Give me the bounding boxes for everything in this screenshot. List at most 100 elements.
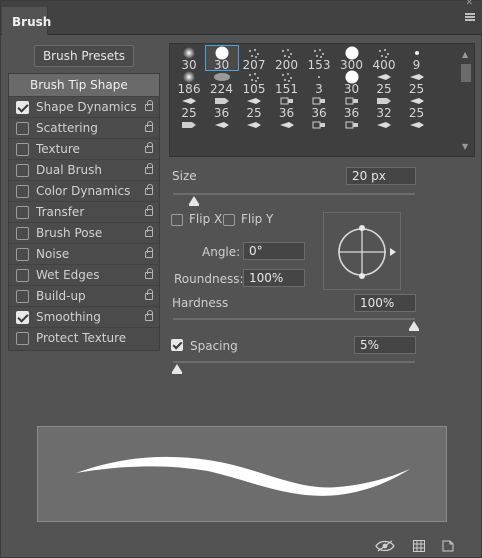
panel-menu-icon[interactable] — [465, 13, 475, 21]
option-checkbox[interactable] — [16, 332, 29, 345]
brush-tip-cell[interactable] — [303, 118, 335, 142]
option-checkbox[interactable] — [16, 227, 29, 240]
brush-tip-cell[interactable]: 36 — [336, 94, 368, 120]
brush-tip-cell[interactable]: 207 — [238, 46, 270, 72]
scroll-up-icon[interactable]: ▲ — [462, 50, 468, 59]
lock-icon[interactable] — [145, 310, 153, 321]
brush-tip-cell[interactable]: 3 — [303, 70, 335, 96]
brush-tip-cell[interactable] — [401, 118, 433, 142]
option-label: Wet Edges — [36, 268, 100, 282]
lock-icon[interactable] — [145, 184, 153, 195]
lock-icon[interactable] — [145, 247, 153, 258]
brush-tip-cell[interactable]: 30 — [204, 45, 239, 72]
option-label: Brush Pose — [36, 226, 103, 240]
option-checkbox[interactable] — [16, 248, 29, 261]
option-checkbox[interactable] — [16, 206, 29, 219]
brush-tip-cell[interactable]: 25 — [401, 94, 433, 120]
brush-presets-button[interactable]: Brush Presets — [34, 45, 134, 67]
option-shape-dynamics[interactable]: Shape Dynamics — [9, 96, 159, 117]
scroll-thumb[interactable] — [461, 64, 471, 82]
brush-tip-grid: 30 30 207 200 153 300 400 9 186 224 105 151 3 30 25 25 2… — [169, 43, 475, 157]
option-wet-edges[interactable]: Wet Edges — [9, 264, 159, 285]
size-slider[interactable] — [173, 193, 415, 195]
size-field[interactable]: 20 px — [346, 167, 416, 185]
option-brush-pose[interactable]: Brush Pose — [9, 222, 159, 243]
brush-tip-cell[interactable]: 151 — [271, 70, 303, 96]
flip-x-checkbox[interactable] — [171, 214, 183, 226]
lock-icon[interactable] — [145, 205, 153, 216]
brush-tip-cell[interactable]: 186 — [173, 70, 205, 96]
hardness-slider-knob[interactable] — [409, 321, 419, 331]
brush-tip-cell[interactable]: 36 — [206, 94, 238, 120]
brush-tip-cell[interactable]: 30 — [173, 46, 205, 72]
brush-tip-cell[interactable]: 25 — [173, 94, 205, 120]
brush-tip-cell[interactable] — [206, 118, 238, 142]
brush-tip-cell[interactable] — [271, 118, 303, 142]
grid-icon[interactable] — [413, 540, 425, 555]
brush-tip-cell[interactable]: 400 — [368, 46, 400, 72]
lock-icon[interactable] — [145, 121, 153, 132]
scroll-down-icon[interactable]: ▼ — [462, 142, 468, 151]
option-checkbox[interactable] — [16, 143, 29, 156]
brush-tip-cell[interactable]: 25 — [368, 70, 400, 96]
flip-y-checkbox[interactable] — [223, 214, 235, 226]
angle-roundness-widget[interactable] — [323, 212, 401, 290]
option-checkbox[interactable] — [16, 311, 29, 324]
angle-dial-icon[interactable] — [324, 213, 402, 291]
lock-icon[interactable] — [145, 100, 153, 111]
brush-grid-scrollbar[interactable]: ▲ ▼ — [460, 50, 472, 156]
brush-tip-cell[interactable] — [368, 118, 400, 142]
tab-brush[interactable]: Brush — [2, 7, 51, 35]
hardness-label: Hardness — [172, 296, 229, 310]
brush-tip-cell[interactable]: 300 — [336, 46, 368, 72]
option-color-dynamics[interactable]: Color Dynamics — [9, 180, 159, 201]
spacing-field[interactable]: 5% — [354, 336, 416, 354]
roundness-field[interactable]: 100% — [243, 269, 305, 287]
brush-tip-cell[interactable]: 200 — [271, 46, 303, 72]
option-transfer[interactable]: Transfer — [9, 201, 159, 222]
brush-tip-cell[interactable]: 36 — [303, 94, 335, 120]
brush-tip-cell[interactable]: 36 — [271, 94, 303, 120]
brush-tip-cell[interactable]: 32 — [368, 94, 400, 120]
lock-icon[interactable] — [145, 142, 153, 153]
brush-tip-cell[interactable]: 105 — [238, 70, 270, 96]
brush-tip-cell[interactable]: 224 — [206, 70, 238, 96]
brush-tip-cell[interactable] — [238, 118, 270, 142]
option-checkbox[interactable] — [16, 269, 29, 282]
brush-tip-cell[interactable] — [173, 118, 205, 142]
lock-icon[interactable] — [145, 163, 153, 174]
option-checkbox[interactable] — [16, 164, 29, 177]
brush-tip-cell[interactable]: 9 — [401, 46, 433, 72]
option-noise[interactable]: Noise — [9, 243, 159, 264]
brush-tip-cell[interactable]: 25 — [401, 70, 433, 96]
size-slider-knob[interactable] — [189, 196, 199, 206]
spacing-checkbox[interactable] — [171, 339, 183, 351]
brush-tip-cell[interactable]: 25 — [238, 94, 270, 120]
option-texture[interactable]: Texture — [9, 138, 159, 159]
spacing-slider[interactable] — [173, 361, 415, 363]
brush-tip-shape-item[interactable]: Brush Tip Shape — [9, 74, 159, 96]
option-checkbox[interactable] — [16, 290, 29, 303]
lock-icon[interactable] — [145, 289, 153, 300]
option-scattering[interactable]: Scattering — [9, 117, 159, 138]
close-panel-icon[interactable]: ✕ — [465, 0, 473, 8]
new-preset-icon[interactable] — [442, 540, 454, 555]
option-checkbox[interactable] — [16, 101, 29, 114]
option-build-up[interactable]: Build-up — [9, 285, 159, 306]
brush-tip-cell[interactable]: 153 — [303, 46, 335, 72]
lock-icon[interactable] — [145, 226, 153, 237]
brush-tip-cell[interactable]: 30 — [336, 70, 368, 96]
option-protect-texture[interactable]: Protect Texture — [9, 327, 159, 348]
hardness-slider[interactable] — [173, 318, 415, 320]
spacing-slider-knob[interactable] — [172, 364, 182, 374]
hardness-field[interactable]: 100% — [354, 294, 416, 312]
option-checkbox[interactable] — [16, 185, 29, 198]
brush-tip-cell[interactable] — [336, 118, 368, 142]
angle-label: Angle: — [202, 245, 241, 259]
option-dual-brush[interactable]: Dual Brush — [9, 159, 159, 180]
angle-field[interactable]: 0° — [243, 242, 305, 260]
option-smoothing[interactable]: Smoothing — [9, 306, 159, 327]
eye-icon[interactable] — [375, 540, 395, 555]
option-checkbox[interactable] — [16, 122, 29, 135]
lock-icon[interactable] — [145, 268, 153, 279]
